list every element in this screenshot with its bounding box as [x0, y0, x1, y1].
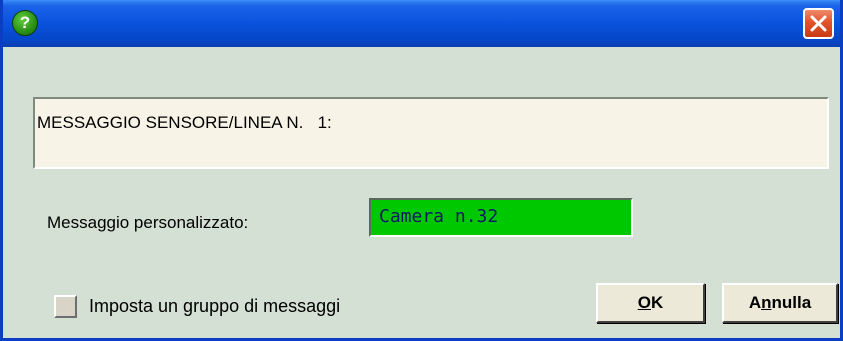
cancel-button[interactable]: Annulla	[722, 283, 838, 323]
title-bar[interactable]: ?	[3, 0, 840, 47]
ok-label-rest: K	[650, 293, 664, 312]
close-x-icon	[810, 15, 827, 32]
custom-message-label: Messaggio personalizzato:	[47, 213, 249, 232]
ok-button[interactable]: OK	[596, 283, 705, 323]
cancel-label-rest: nulla	[771, 293, 812, 312]
message-group-label[interactable]: Imposta un gruppo di messaggi	[89, 296, 340, 317]
cancel-label-start: A	[748, 293, 762, 312]
close-button[interactable]	[803, 8, 834, 39]
help-icon: ?	[12, 10, 38, 36]
cancel-mnemonic: n	[761, 293, 772, 312]
dialog-window: ? MESSAGGIO SENSORE/LINEA N. 1: Messaggi…	[0, 0, 843, 341]
ok-mnemonic: O	[637, 293, 651, 312]
message-group-checkbox[interactable]	[54, 295, 77, 318]
custom-message-field[interactable]: Camera n.32	[369, 198, 633, 237]
sensor-message-box: MESSAGGIO SENSORE/LINEA N. 1:	[33, 97, 829, 169]
